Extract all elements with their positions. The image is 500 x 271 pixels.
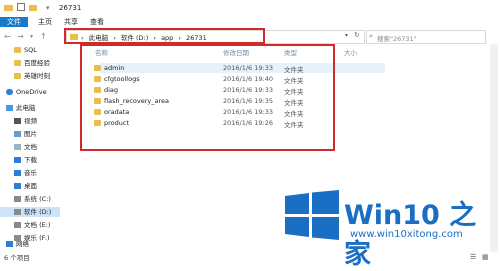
sidebar-item-network[interactable]: 网络 (6, 239, 29, 249)
sidebar-item-pictures[interactable]: 图片 (14, 129, 37, 139)
back-icon[interactable]: ← (4, 32, 11, 41)
file-list-highlight-box (80, 44, 335, 151)
sidebar-item-sql[interactable]: SQL (14, 45, 37, 55)
address-highlight-box (64, 28, 265, 44)
sidebar-item-hero[interactable]: 英雄时刻 (14, 71, 50, 81)
up-icon[interactable]: ↑ (40, 32, 47, 41)
tab-share[interactable]: 共享 (60, 17, 82, 27)
sidebar-item-music[interactable]: 音乐 (14, 168, 37, 178)
sidebar-item-drive-e[interactable]: 文档 (E:) (14, 220, 50, 230)
sidebar-item-desktop[interactable]: 桌面 (14, 181, 37, 191)
watermark-url: www.win10xitong.com (350, 229, 463, 240)
drive-icon (14, 209, 21, 215)
drive-icon (14, 222, 21, 228)
navigation-pane: SQL 百度经验 英雄时刻 OneDrive 此电脑 视频 图片 文档 下载 音… (0, 44, 60, 252)
recent-dropdown-icon[interactable]: ▾ (30, 33, 33, 40)
new-folder-icon[interactable] (29, 3, 37, 12)
sidebar-item-drive-d[interactable]: 软件 (D:) (0, 207, 60, 217)
desktop-icon (14, 183, 21, 189)
folder-icon (14, 60, 21, 66)
check-icon[interactable] (17, 3, 25, 12)
column-header-size[interactable]: 大小 (344, 47, 357, 57)
tab-home[interactable]: 主页 (34, 17, 56, 27)
search-input[interactable]: ⌕ 搜索"26731" (366, 30, 486, 44)
windows-logo-icon (285, 190, 339, 240)
qa-dropdown-icon[interactable]: ▾ (46, 4, 50, 12)
network-icon (6, 241, 13, 247)
sidebar-item-drive-c[interactable]: 系统 (C:) (14, 194, 51, 204)
document-icon (14, 144, 21, 150)
folder-icon (4, 5, 13, 11)
cloud-icon (6, 89, 13, 95)
title-bar: ▾ 26731 (0, 0, 500, 17)
forward-icon[interactable]: → (17, 32, 24, 41)
sidebar-item-downloads[interactable]: 下载 (14, 155, 37, 165)
music-icon (14, 170, 21, 176)
sidebar-item-baidu[interactable]: 百度经验 (14, 58, 50, 68)
folder-icon (14, 73, 21, 79)
search-placeholder: 搜索"26731" (377, 35, 417, 43)
sidebar-item-onedrive[interactable]: OneDrive (6, 87, 47, 97)
sidebar-item-videos[interactable]: 视频 (14, 116, 37, 126)
tab-view[interactable]: 查看 (86, 17, 108, 27)
status-item-count: 6 个项目 (4, 254, 30, 262)
download-icon (14, 157, 21, 163)
tab-file[interactable]: 文件 (0, 17, 28, 27)
video-icon (14, 118, 21, 124)
computer-icon (6, 105, 13, 111)
refresh-icon[interactable]: ↻ (354, 31, 360, 39)
folder-icon (14, 47, 21, 53)
window-title: 26731 (59, 4, 82, 12)
picture-icon (14, 131, 21, 137)
address-dropdown-icon[interactable]: ▾ (345, 32, 348, 39)
sidebar-item-this-pc[interactable]: 此电脑 (6, 103, 36, 113)
search-icon: ⌕ (369, 32, 373, 40)
drive-icon (14, 196, 21, 202)
sidebar-item-documents[interactable]: 文档 (14, 142, 37, 152)
